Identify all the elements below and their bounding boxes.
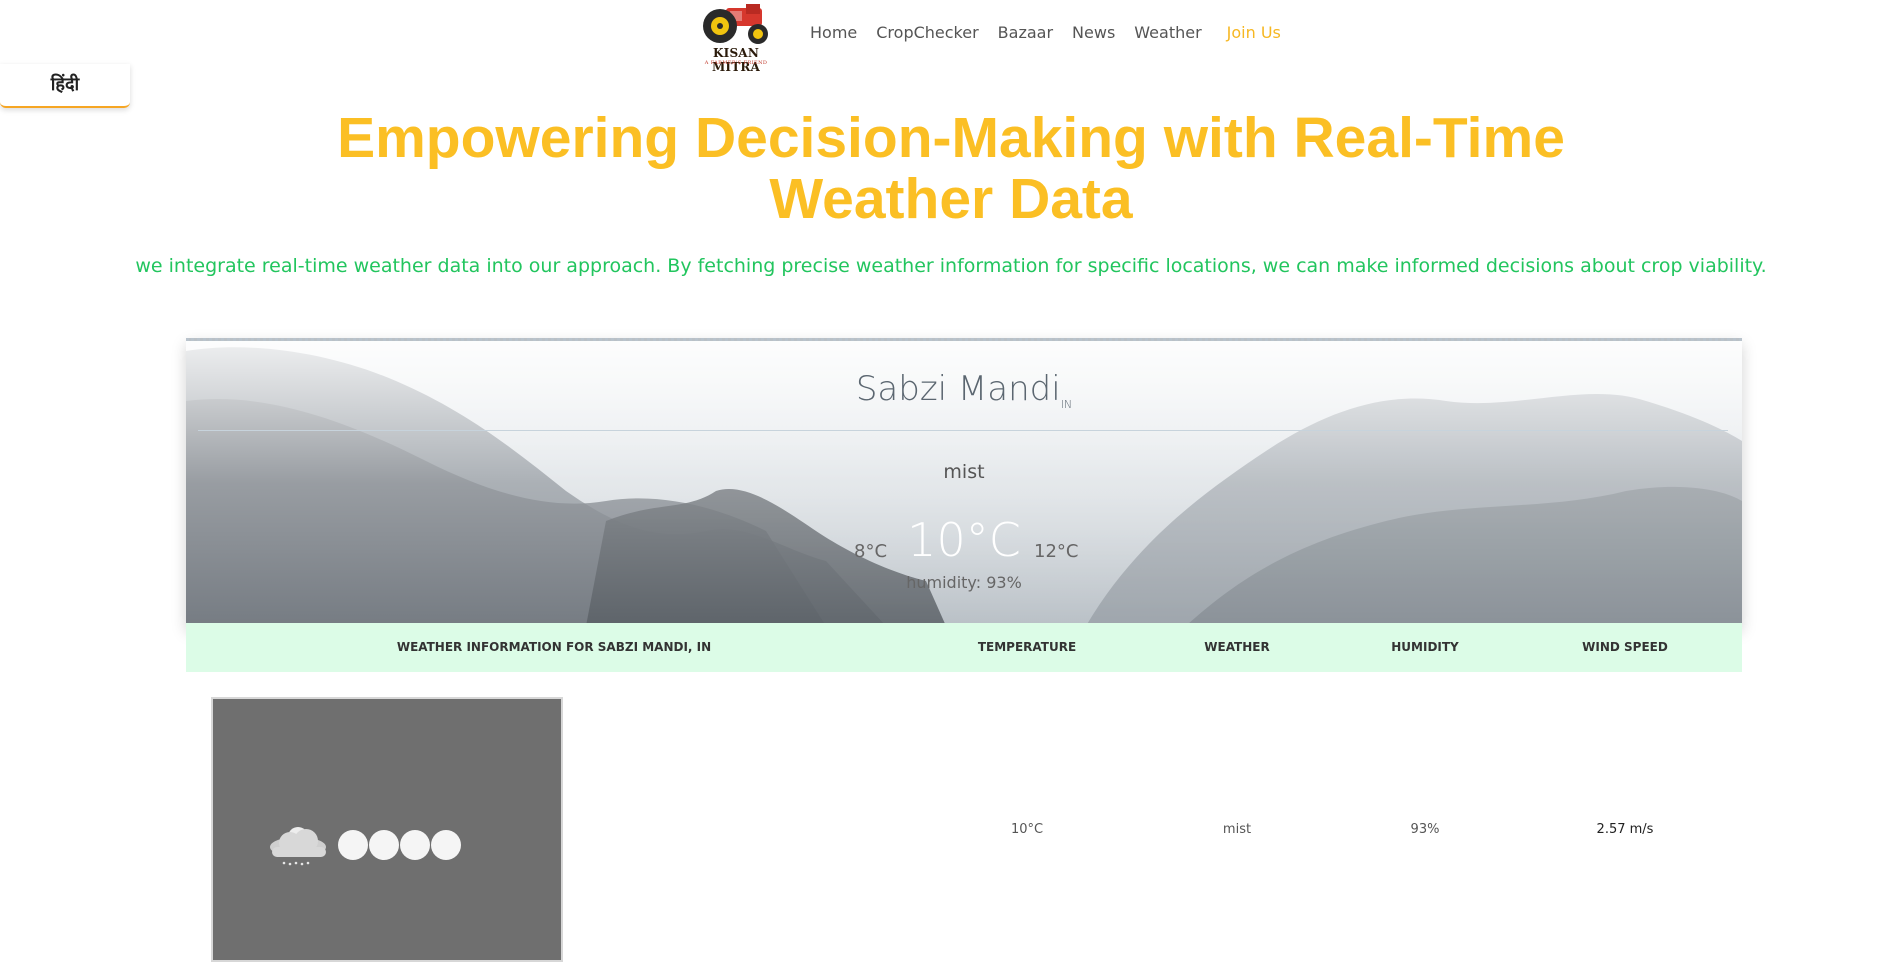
header-weather: WEATHER xyxy=(1204,640,1270,654)
temp-current: 10°C xyxy=(907,513,1021,567)
navbar: KISAN MITRA A FARMER'S FRIEND Home CropC… xyxy=(0,0,1902,74)
page-title: Empowering Decision-Making with Real-Tim… xyxy=(0,108,1902,230)
cell-weather: mist xyxy=(1222,822,1252,837)
weather-table-header: WEATHER INFORMATION FOR SABZI MANDI, IN … xyxy=(186,623,1742,672)
page-subtitle: we integrate real-time weather data into… xyxy=(135,255,1767,277)
weather-card: Sabzi MandiIN mist 8°C 10°C 12°C humidit… xyxy=(186,338,1742,626)
nav-bazaar[interactable]: Bazaar xyxy=(998,23,1053,42)
city-label: Sabzi Mandi xyxy=(855,369,1061,409)
cell-wind-speed: 2.57 m/s xyxy=(1596,822,1654,837)
header-wind-speed: WIND SPEED xyxy=(1582,640,1668,654)
header-info: WEATHER INFORMATION FOR SABZI MANDI, IN xyxy=(396,640,712,654)
page-title-line2: Weather Data xyxy=(769,167,1133,231)
nav-home[interactable]: Home xyxy=(810,23,857,42)
logo-tagline: A FARMER'S FRIEND xyxy=(704,60,768,66)
card-divider xyxy=(198,430,1728,431)
cell-temperature: 10°C xyxy=(1010,822,1044,837)
city-name: Sabzi MandiIN xyxy=(186,369,1742,411)
nav-join-us[interactable]: Join Us xyxy=(1227,23,1281,42)
language-toggle-button[interactable]: हिंदी xyxy=(0,64,130,108)
nav-news[interactable]: News xyxy=(1072,23,1115,42)
tractor-icon xyxy=(703,4,768,44)
weather-icon-image xyxy=(211,697,563,962)
humidity-text: humidity: 93% xyxy=(906,573,1022,592)
page-title-line1: Empowering Decision-Making with Real-Tim… xyxy=(337,106,1565,170)
nav-cropchecker[interactable]: CropChecker xyxy=(876,23,978,42)
rain-cloud-icon xyxy=(270,827,461,866)
weather-description: mist xyxy=(943,461,985,483)
nav-links: Home CropChecker Bazaar News Weather Joi… xyxy=(810,23,1300,42)
country-code: IN xyxy=(1060,397,1073,411)
header-humidity: HUMIDITY xyxy=(1391,640,1459,654)
nav-weather[interactable]: Weather xyxy=(1134,23,1201,42)
cell-humidity: 93% xyxy=(1410,822,1440,837)
header-temperature: TEMPERATURE xyxy=(977,640,1077,654)
kisan-mitra-logo[interactable]: KISAN MITRA A FARMER'S FRIEND xyxy=(688,2,784,74)
temp-max: 12°C xyxy=(1034,541,1079,562)
